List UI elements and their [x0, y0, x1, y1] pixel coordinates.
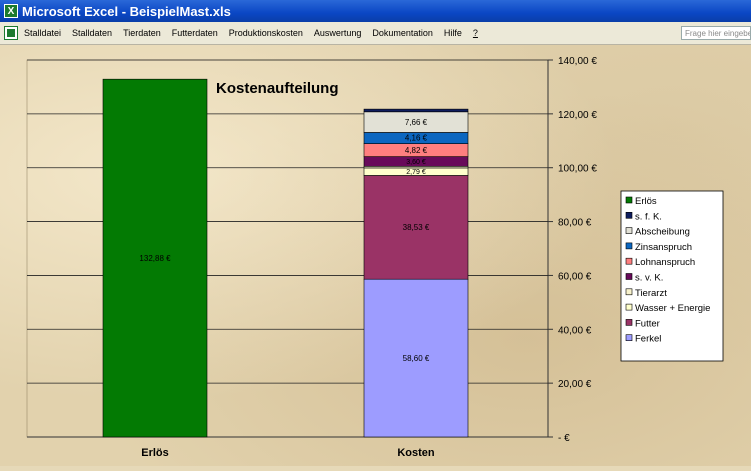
menu-dokumentation[interactable]: Dokumentation: [372, 28, 433, 38]
workbook-icon[interactable]: [4, 26, 18, 40]
legend-label-wasser-energie: Wasser + Energie: [635, 303, 710, 314]
chart-title: Kostenaufteilung: [216, 80, 339, 97]
data-label-ferkel: 58,60 €: [403, 354, 430, 363]
y-tick-label: - €: [558, 433, 570, 444]
stacked-bar-chart: - € 20,00 € 40,00 € 60,00 € 80,00 € 100,00 € 1…: [26, 56, 724, 459]
menu-futterdaten[interactable]: Futterdaten: [172, 28, 218, 38]
legend-label-futter: Futter: [635, 318, 660, 329]
y-tick-label: 140,00 €: [558, 56, 597, 67]
legend-swatch-zinsanspruch: [625, 242, 633, 250]
y-tick-label: 80,00 €: [558, 218, 592, 229]
legend-swatch-ferkel: [625, 334, 633, 342]
menu-auswertung[interactable]: Auswertung: [314, 28, 362, 38]
x-tick-label: Erlös: [141, 447, 169, 459]
menu-tierdaten[interactable]: Tierdaten: [123, 28, 161, 38]
legend-swatch-abscheibung: [625, 227, 633, 234]
window-titlebar: X Microsoft Excel - BeispielMast.xls: [0, 0, 751, 22]
legend-swatch-erloes: [625, 196, 633, 204]
data-label-abscheibung: 7,66 €: [405, 118, 428, 127]
legend-swatch-tierarzt: [625, 288, 633, 296]
menu-stalldatei[interactable]: Stalldatei: [24, 28, 61, 38]
legend-label-s-v-k: s. v. K.: [635, 273, 663, 284]
data-label-zinsanspruch: 4,16 €: [405, 134, 428, 143]
window-title: Microsoft Excel - BeispielMast.xls: [22, 3, 231, 19]
data-label-futter: 38,53 €: [403, 223, 430, 232]
legend-swatch-wasser-energie: [625, 303, 633, 311]
menu-help-question[interactable]: ?: [473, 28, 478, 38]
data-label-wasser-energie: 2,79 €: [406, 169, 426, 176]
legend-label-zinsanspruch: Zinsanspruch: [635, 242, 692, 253]
data-label-lohnanspruch: 4,82 €: [405, 146, 428, 155]
legend-swatch-s-v-k: [625, 273, 633, 280]
y-tick-label: 60,00 €: [558, 271, 592, 282]
legend-label-erloes: Erlös: [635, 196, 657, 207]
legend-swatch-futter: [625, 319, 633, 326]
excel-app-icon[interactable]: X: [4, 4, 18, 18]
y-tick-label: 120,00 €: [558, 110, 597, 121]
menu-produktionskosten[interactable]: Produktionskosten: [229, 28, 303, 38]
legend-swatch-s-f-k: [625, 212, 633, 219]
help-search-input[interactable]: Frage hier eingeben: [681, 26, 751, 40]
legend-label-s-f-k: s. f. K.: [635, 211, 662, 222]
y-tick-label: 40,00 €: [558, 325, 592, 336]
menu-stalldaten[interactable]: Stalldaten: [72, 28, 112, 38]
legend-label-tierarzt: Tierarzt: [635, 288, 667, 299]
data-label-erloes: 132,88 €: [139, 254, 171, 263]
legend-label-ferkel: Ferkel: [635, 334, 661, 345]
legend-label-abscheibung: Abscheibung: [635, 227, 690, 238]
menu-bar: Stalldatei Stalldaten Tierdaten Futterda…: [0, 22, 751, 45]
chart-area: - € 20,00 € 40,00 € 60,00 € 80,00 € 100,00 € 1…: [0, 45, 751, 466]
legend-label-lohnanspruch: Lohnanspruch: [635, 257, 695, 268]
menu-hilfe[interactable]: Hilfe: [444, 28, 462, 38]
y-tick-label: 100,00 €: [558, 164, 597, 175]
x-tick-label: Kosten: [397, 447, 435, 459]
y-tick-label: 20,00 €: [558, 379, 592, 390]
data-label-s-v-k: 3,60 €: [406, 159, 426, 166]
legend-swatch-lohnanspruch: [625, 257, 633, 265]
bar-s-f-k[interactable]: [363, 108, 469, 113]
